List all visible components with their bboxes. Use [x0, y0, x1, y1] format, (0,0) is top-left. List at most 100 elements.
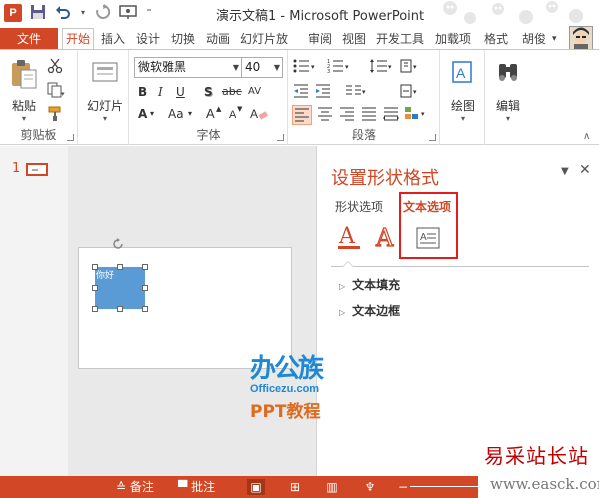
- text-effects-icon[interactable]: A: [374, 223, 397, 252]
- resize-handle[interactable]: [92, 264, 98, 270]
- char-spacing-button[interactable]: AV: [248, 83, 261, 103]
- font-name-combo[interactable]: 微软雅黑 ▼: [134, 57, 242, 78]
- tab-format[interactable]: 格式: [481, 28, 511, 50]
- font-size-dropdown-icon[interactable]: ▼: [274, 58, 280, 77]
- tab-shape-options[interactable]: 形状选项: [335, 198, 383, 215]
- tab-transitions[interactable]: 切换: [168, 28, 198, 50]
- underline-button[interactable]: U: [176, 83, 185, 103]
- customize-icon[interactable]: ⁼: [144, 4, 154, 22]
- editing-group: 编辑 ▾: [486, 50, 530, 145]
- drawing-dropdown-icon[interactable]: ▾: [445, 114, 481, 123]
- font-color-dropdown-icon[interactable]: ▾: [150, 105, 154, 125]
- shape-text[interactable]: 你好: [96, 268, 114, 281]
- bullets-icon[interactable]: ▾: [293, 58, 319, 78]
- change-case-dropdown-icon[interactable]: ▾: [188, 105, 192, 125]
- decrease-indent-icon[interactable]: [293, 83, 311, 103]
- editing-dropdown-icon[interactable]: ▾: [490, 114, 526, 123]
- tab-file[interactable]: 文件: [0, 28, 58, 50]
- section-text-outline[interactable]: ▷ 文本边框: [339, 302, 400, 319]
- comments-button[interactable]: ▀ 批注: [178, 479, 215, 495]
- shrink-font-icon[interactable]: A ▼: [228, 105, 244, 125]
- format-painter-icon[interactable]: [47, 106, 63, 126]
- shadow-button[interactable]: S: [204, 83, 213, 103]
- increase-indent-icon[interactable]: [315, 83, 333, 103]
- collapse-ribbon-icon[interactable]: ∧: [583, 128, 590, 148]
- resize-handle[interactable]: [117, 306, 123, 312]
- align-left-icon[interactable]: [292, 105, 312, 125]
- grow-font-icon[interactable]: A ▲: [206, 105, 222, 125]
- paste-button[interactable]: 粘贴 ▾: [6, 58, 42, 123]
- tab-slideshow[interactable]: 幻灯片放: [237, 28, 291, 50]
- slides-dropdown-icon[interactable]: ▾: [85, 114, 125, 123]
- new-slide-button[interactable]: 幻灯片 ▾: [85, 58, 125, 123]
- resize-handle[interactable]: [92, 306, 98, 312]
- font-color-button[interactable]: A: [138, 105, 147, 125]
- notes-button[interactable]: ≙ 备注: [116, 479, 154, 495]
- change-case-button[interactable]: Aa: [168, 105, 184, 125]
- paste-dropdown-icon[interactable]: ▾: [6, 114, 42, 123]
- user-dropdown-icon[interactable]: ▾: [549, 28, 560, 50]
- slide-sorter-icon[interactable]: ⊞: [286, 479, 304, 495]
- section-text-fill[interactable]: ▷ 文本填充: [339, 276, 400, 293]
- font-launcher-icon[interactable]: [277, 134, 284, 141]
- avatar[interactable]: [569, 26, 593, 50]
- rotate-handle-icon[interactable]: [112, 238, 124, 250]
- distributed-icon[interactable]: [382, 105, 400, 125]
- tab-insert[interactable]: 插入: [98, 28, 128, 50]
- slideshow-view-icon[interactable]: ♆: [361, 479, 379, 495]
- line-spacing-icon[interactable]: ▾: [369, 58, 395, 78]
- clear-format-icon[interactable]: A: [250, 105, 268, 125]
- resize-handle[interactable]: [142, 306, 148, 312]
- columns-icon[interactable]: ▾: [345, 83, 369, 103]
- drawing-button[interactable]: A 绘图 ▾: [445, 58, 481, 123]
- tab-animations[interactable]: 动画: [203, 28, 233, 50]
- tab-addins[interactable]: 加载项: [432, 28, 474, 50]
- reading-view-icon[interactable]: ▥: [323, 479, 341, 495]
- resize-handle[interactable]: [142, 285, 148, 291]
- paragraph-launcher-icon[interactable]: [429, 134, 436, 141]
- tab-design[interactable]: 设计: [133, 28, 163, 50]
- slide-thumbnail[interactable]: [26, 163, 48, 176]
- resize-handle[interactable]: [92, 285, 98, 291]
- align-center-icon[interactable]: [316, 105, 334, 125]
- normal-view-icon[interactable]: ▣: [247, 479, 265, 495]
- tab-home[interactable]: 开始: [62, 28, 95, 50]
- smartart-icon[interactable]: ▾: [404, 105, 430, 125]
- bold-button[interactable]: B: [138, 83, 147, 103]
- dropdown-icon[interactable]: ▾: [79, 4, 87, 22]
- binoculars-icon: [499, 64, 517, 81]
- close-icon[interactable]: ✕: [579, 162, 591, 178]
- text-fill-outline-icon[interactable]: A: [337, 224, 361, 252]
- italic-button[interactable]: I: [158, 83, 163, 103]
- tab-review[interactable]: 审阅: [305, 28, 335, 50]
- redo-icon[interactable]: [94, 4, 112, 22]
- textbox-icon[interactable]: A: [416, 227, 440, 251]
- font-size-combo[interactable]: 40 ▼: [241, 57, 283, 78]
- zoom-out-icon[interactable]: −: [398, 479, 408, 495]
- font-name-dropdown-icon[interactable]: ▼: [233, 58, 239, 77]
- powerpoint-logo-icon[interactable]: P: [4, 4, 22, 22]
- user-name[interactable]: 胡俊: [519, 28, 549, 50]
- strikethrough-button[interactable]: abc: [222, 83, 242, 103]
- justify-icon[interactable]: [360, 105, 378, 125]
- tab-view[interactable]: 视图: [339, 28, 369, 50]
- clipboard-launcher-icon[interactable]: [67, 134, 74, 141]
- numbering-icon[interactable]: 1 2 3 ▾: [327, 58, 353, 78]
- editing-button[interactable]: 编辑 ▾: [490, 58, 526, 123]
- cut-icon[interactable]: [47, 58, 63, 78]
- save-icon[interactable]: [29, 4, 47, 22]
- slides-group-label: 幻灯片: [86, 99, 123, 113]
- pane-options-icon[interactable]: ▼: [561, 166, 569, 177]
- svg-text:A: A: [229, 109, 237, 121]
- slideshow-icon[interactable]: [119, 4, 137, 22]
- copy-icon[interactable]: ▾: [47, 82, 65, 102]
- pane-title: 设置形状格式: [331, 168, 439, 189]
- resize-handle[interactable]: [117, 264, 123, 270]
- tab-developer[interactable]: 开发工具: [373, 28, 427, 50]
- align-text-icon[interactable]: ▾: [399, 83, 421, 103]
- align-right-icon[interactable]: [338, 105, 356, 125]
- text-direction-icon[interactable]: ▾: [399, 58, 421, 78]
- zoom-slider[interactable]: [410, 486, 480, 487]
- resize-handle[interactable]: [142, 264, 148, 270]
- undo-icon[interactable]: [54, 4, 72, 22]
